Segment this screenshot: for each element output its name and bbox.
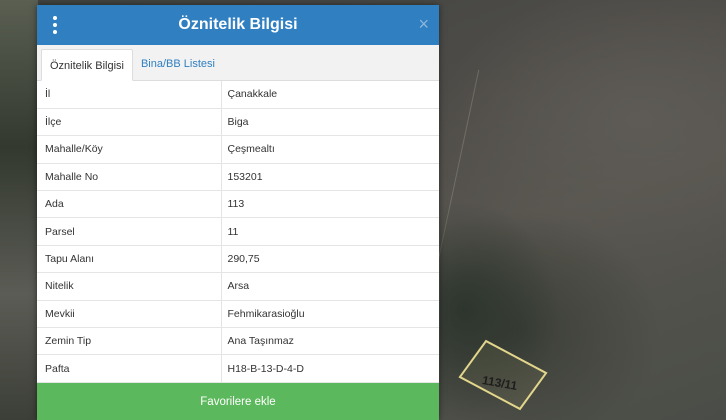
table-row: Parsel 11 [37, 217, 439, 246]
attribute-value: Çeşmealtı [221, 135, 439, 164]
attribute-key: Parsel [37, 217, 222, 246]
panel-header: Öznitelik Bilgisi × [37, 5, 439, 45]
attribute-key: Ada [37, 190, 222, 219]
attribute-value: Çanakkale [221, 81, 439, 109]
table-row: Mahalle No 153201 [37, 163, 439, 192]
table-row: İl Çanakkale [37, 81, 439, 109]
attribute-value: 113 [221, 190, 439, 219]
tab-attribute-info[interactable]: Öznitelik Bilgisi [41, 49, 133, 81]
table-row: Tapu Alanı 290,75 [37, 245, 439, 274]
attribute-key: Tapu Alanı [37, 245, 222, 274]
attribute-key: Mahalle/Köy [37, 135, 222, 164]
attribute-key: Mevkii [37, 300, 222, 329]
table-row: Mahalle/Köy Çeşmealtı [37, 135, 439, 164]
attribute-value: Ana Taşınmaz [221, 327, 439, 356]
attribute-table: İl Çanakkale İlçe Biga Mahalle/Köy Çeşmealtı M… [37, 81, 439, 383]
table-row: Nitelik Arsa [37, 272, 439, 301]
attribute-key: İl [37, 81, 222, 109]
attribute-panel: Öznitelik Bilgisi × Öznitelik Bilgisi Bi… [37, 5, 439, 420]
attribute-value: 153201 [221, 163, 439, 192]
table-row: Mevkii Fehmikarasioğlu [37, 300, 439, 329]
attribute-value: Biga [221, 108, 439, 137]
close-icon[interactable]: × [418, 14, 429, 35]
attribute-key: Nitelik [37, 272, 222, 301]
attribute-value: 11 [221, 217, 439, 246]
vertical-ellipsis-icon[interactable] [51, 16, 59, 34]
table-row: Zemin Tip Ana Taşınmaz [37, 327, 439, 356]
attribute-value: Fehmikarasioğlu [221, 300, 439, 329]
add-favorite-button[interactable]: Favorilere ekle [37, 383, 439, 420]
tab-bar: Öznitelik Bilgisi Bina/BB Listesi [37, 45, 439, 81]
attribute-key: Pafta [37, 354, 222, 383]
attribute-value: H18-B-13-D-4-D [221, 354, 439, 383]
table-row: İlçe Biga [37, 108, 439, 137]
attribute-key: İlçe [37, 108, 222, 137]
map-terrain [0, 0, 38, 420]
table-row: Pafta H18-B-13-D-4-D [37, 354, 439, 383]
attribute-value: 290,75 [221, 245, 439, 274]
table-row: Ada 113 [37, 190, 439, 219]
tab-building-list[interactable]: Bina/BB Listesi [133, 48, 223, 80]
attribute-value: Arsa [221, 272, 439, 301]
panel-title: Öznitelik Bilgisi [178, 16, 298, 33]
attribute-key: Mahalle No [37, 163, 222, 192]
attribute-key: Zemin Tip [37, 327, 222, 356]
